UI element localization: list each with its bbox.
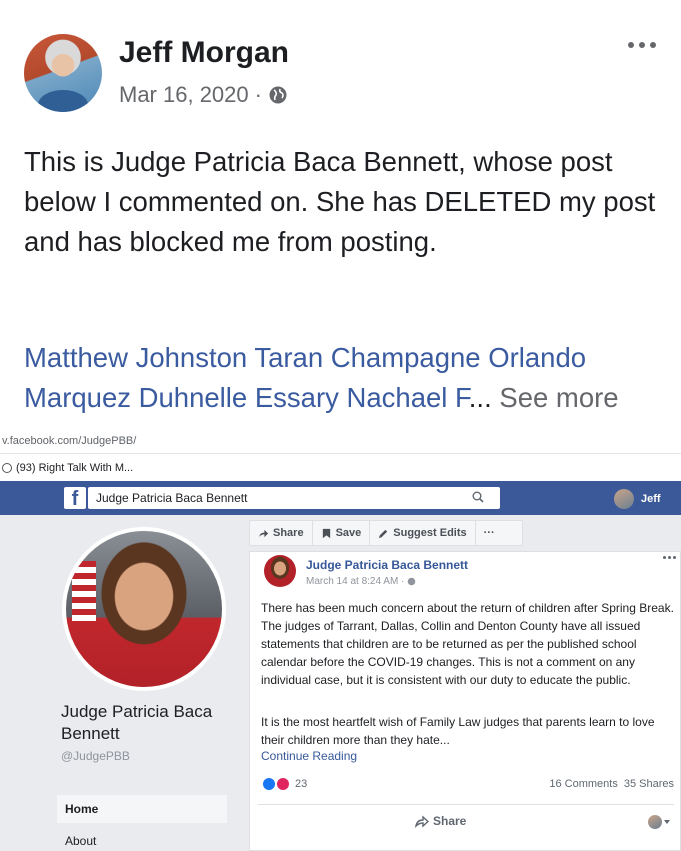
page-post-card: Judge Patricia Baca Bennett March 14 at … [249, 551, 681, 851]
facebook-top-bar: f Judge Patricia Baca Bennett Jeff [0, 481, 681, 515]
share-page-button: Share [250, 521, 313, 545]
page-body: Judge Patricia Baca Bennett @JudgePBB Ho… [0, 515, 681, 851]
dot-icon [663, 556, 666, 559]
reaction-count: 23 [295, 778, 308, 790]
card-divider [258, 804, 674, 805]
post-header: Jeff Morgan Mar 16, 2020 · [24, 34, 664, 114]
browser-tab: (93) Right Talk With M... [0, 455, 681, 481]
sidebar-item-about: About [65, 834, 97, 848]
sidebar-item-home: Home [57, 795, 227, 823]
page-post-paragraph-2: It is the most heartfelt wish of Family … [261, 715, 655, 747]
meta-separator: · [254, 82, 262, 107]
author-avatar[interactable] [24, 34, 102, 112]
engagement-stats: 16 Comments 35 Shares [549, 778, 674, 790]
user-avatar [614, 489, 634, 509]
page-action-bar: Share Save Suggest Edits ··· [249, 520, 523, 546]
search-input: Judge Patricia Baca Bennett [88, 487, 500, 509]
page-post-options [663, 556, 676, 559]
page-feed: Share Save Suggest Edits ··· Judge Patri… [249, 515, 681, 851]
continue-reading-link: Continue Reading [261, 749, 358, 763]
love-reaction-icon [275, 776, 291, 792]
author-name[interactable]: Jeff Morgan [119, 36, 289, 70]
page-handle: @JudgePBB [61, 749, 130, 763]
globe-icon [2, 463, 12, 473]
more-label: ··· [483, 527, 495, 539]
flag-graphic [72, 561, 96, 621]
pencil-icon [379, 529, 388, 538]
post-options-button[interactable] [628, 42, 656, 48]
share-arrow-icon [258, 529, 269, 537]
user-name: Jeff [641, 493, 661, 505]
post-meta: Mar 16, 2020 · [119, 82, 288, 108]
share-button-label: Share [433, 814, 467, 828]
dot-icon [668, 556, 671, 559]
dot-icon [639, 42, 645, 48]
page-profile-photo [62, 527, 226, 691]
suggest-label: Suggest Edits [393, 527, 467, 539]
globe-icon [269, 86, 287, 104]
dot-icon [673, 556, 676, 559]
browser-url: v.facebook.com/JudgePBB/ [0, 428, 681, 454]
post-share-button: Share [415, 814, 466, 828]
comments-count: 16 Comments [549, 778, 618, 790]
chevron-down-icon [664, 820, 670, 824]
page-post-author: Judge Patricia Baca Bennett [306, 558, 469, 572]
bookmark-icon [322, 528, 330, 538]
save-label: Save [335, 527, 362, 539]
tagged-people: Matthew Johnston Taran Champagne Orlando… [24, 338, 674, 418]
search-value: Judge Patricia Baca Bennett [96, 491, 248, 505]
suggest-edits-button: Suggest Edits [370, 521, 476, 545]
user-avatar [648, 815, 662, 829]
search-icon [472, 491, 484, 503]
page-post-avatar [264, 555, 296, 587]
post-date[interactable]: Mar 16, 2020 [119, 82, 249, 108]
shares-count: 35 Shares [623, 778, 674, 790]
dot-icon [650, 42, 656, 48]
more-actions-button: ··· [476, 521, 503, 545]
tab-title: (93) Right Talk With M... [16, 462, 134, 474]
post-text: This is Judge Patricia Baca Bennett, who… [24, 146, 656, 257]
page-post-paragraph-1: There has been much concern about the re… [261, 601, 674, 687]
reactions-summary: 23 [261, 776, 307, 792]
see-more-link[interactable]: See more [499, 382, 618, 413]
save-page-button: Save [313, 521, 371, 545]
facebook-logo-icon: f [64, 487, 86, 510]
dot-icon [628, 42, 634, 48]
globe-icon [408, 577, 416, 586]
fb-user-chip: Jeff [614, 489, 661, 509]
page-name: Judge Patricia Baca Bennett [61, 702, 213, 743]
attached-screenshot[interactable]: v.facebook.com/JudgePBB/ (93) Right Talk… [0, 428, 681, 851]
share-as-selector [648, 815, 670, 829]
page-post-timestamp: March 14 at 8:24 AM · [306, 576, 405, 587]
avatar-shirt [38, 90, 88, 112]
page-sidebar: Judge Patricia Baca Bennett @JudgePBB Ho… [0, 515, 240, 851]
share-arrow-icon [415, 815, 429, 828]
tags-ellipsis: ... [468, 382, 492, 413]
page-post-date: March 14 at 8:24 AM · [306, 576, 416, 587]
share-label: Share [273, 527, 304, 539]
